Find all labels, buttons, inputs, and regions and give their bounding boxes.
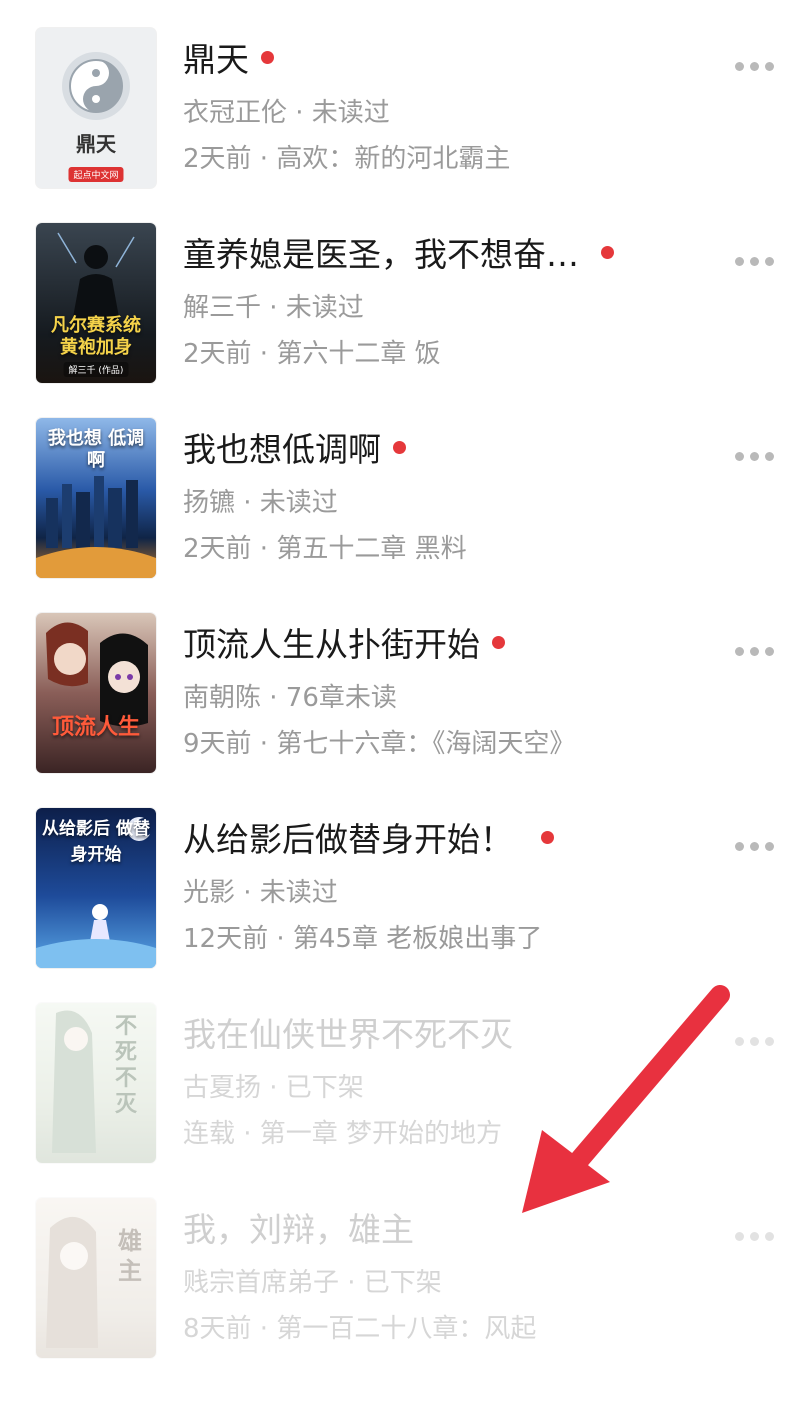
book-title[interactable]: 从给影后做替身开始！ [183,818,554,862]
book-row[interactable]: 凡尔赛系统 黄袍加身 解三千 (作品) 童养媳是医圣，我不想奋… 解三千 · 未… [0,223,800,393]
book-latest-chapter: 8天前 · 第一百二十八章：风起 [183,1314,537,1344]
unread-dot [601,246,614,259]
more-dots-icon[interactable] [735,643,779,659]
book-latest-chapter: 2天前 · 高欢：新的河北霸主 [183,144,511,174]
unread-dot [541,831,554,844]
more-dots-icon[interactable] [735,1228,779,1244]
book-title[interactable]: 顶流人生从扑街开始 [183,623,505,667]
book-author-status: 贱宗首席弟子 · 已下架 [183,1268,442,1298]
more-dots-icon[interactable] [735,838,779,854]
book-row[interactable]: 不死不灭 我在仙侠世界不死不灭 古夏扬 · 已下架 连载 · 第一章 梦开始的地… [0,1003,800,1173]
cover-badge: 起点中文网 [68,167,124,182]
book-latest-chapter: 连载 · 第一章 梦开始的地方 [183,1119,503,1149]
more-dots-icon[interactable] [735,253,779,269]
book-author-status: 扬镳 · 未读过 [183,488,338,518]
book-title[interactable]: 我，刘辩，雄主 [183,1208,414,1252]
book-title[interactable]: 童养媳是医圣，我不想奋… [183,233,614,277]
book-author-status: 衣冠正伦 · 未读过 [183,98,390,128]
book-author-status: 古夏扬 · 已下架 [183,1073,364,1103]
book-author-status: 南朝陈 · 76章未读 [183,683,397,713]
cover-title: 鼎天 [76,132,116,156]
cover-title: 雄主 [118,1226,142,1285]
more-dots-icon[interactable] [735,1033,779,1049]
cover-characters-icon [46,622,148,727]
book-latest-chapter: 2天前 · 第五十二章 黑料 [183,534,467,564]
book-row[interactable]: 鼎天 起点中文网 鼎天 衣冠正伦 · 未读过 2天前 · 高欢：新的河北霸主 [0,28,800,198]
book-cover[interactable]: 我也想 低调啊 [36,418,156,578]
cover-title: 我也想 低调啊 [47,428,145,471]
cover-title: 不死不灭 [114,1013,137,1117]
unread-dot [261,51,274,64]
book-row[interactable]: 顶流人生 顶流人生从扑街开始 南朝陈 · 76章未读 9天前 · 第七十六章：《… [0,613,800,783]
book-latest-chapter: 9天前 · 第七十六章：《海阔天空》 [183,729,576,759]
book-cover[interactable]: 顶流人生 [36,613,156,773]
cover-figure-icon [57,232,135,323]
cover-title: 凡尔赛系统 黄袍加身 [51,315,141,358]
more-dots-icon[interactable] [735,58,779,74]
cover-badge: 解三千 (作品) [63,362,129,377]
book-latest-chapter: 2天前 · 第六十二章 饭 [183,339,441,369]
book-row[interactable]: 我也想 低调啊 我也想低调啊 扬镳 · 未读过 2天前 · 第五十二章 黑料 [0,418,800,588]
book-cover[interactable]: 凡尔赛系统 黄袍加身 解三千 (作品) [36,223,156,383]
book-title[interactable]: 鼎天 [183,38,274,82]
book-cover[interactable]: 不死不灭 [36,1003,156,1163]
book-latest-chapter: 12天前 · 第45章 老板娘出事了 [183,924,543,954]
unread-dot [393,441,406,454]
cover-title: 从给影后 做替身开始 [42,819,150,865]
book-cover[interactable]: 从给影后 做替身开始 [36,808,156,968]
more-dots-icon[interactable] [735,448,779,464]
book-title[interactable]: 我也想低调啊 [183,428,406,472]
book-title[interactable]: 我在仙侠世界不死不灭 [183,1013,513,1057]
cover-title: 顶流人生 [51,714,140,740]
book-cover[interactable]: 鼎天 起点中文网 [36,28,156,188]
yin-yang-icon [62,52,130,120]
book-cover[interactable]: 雄主 [36,1198,156,1358]
book-row[interactable]: 从给影后 做替身开始 从给影后做替身开始！ 光影 · 未读过 12天前 · 第4… [0,808,800,978]
book-author-status: 光影 · 未读过 [183,878,338,908]
book-row[interactable]: 雄主 我，刘辩，雄主 贱宗首席弟子 · 已下架 8天前 · 第一百二十八章：风起 [0,1198,800,1368]
unread-dot [492,636,505,649]
book-author-status: 解三千 · 未读过 [183,293,364,323]
